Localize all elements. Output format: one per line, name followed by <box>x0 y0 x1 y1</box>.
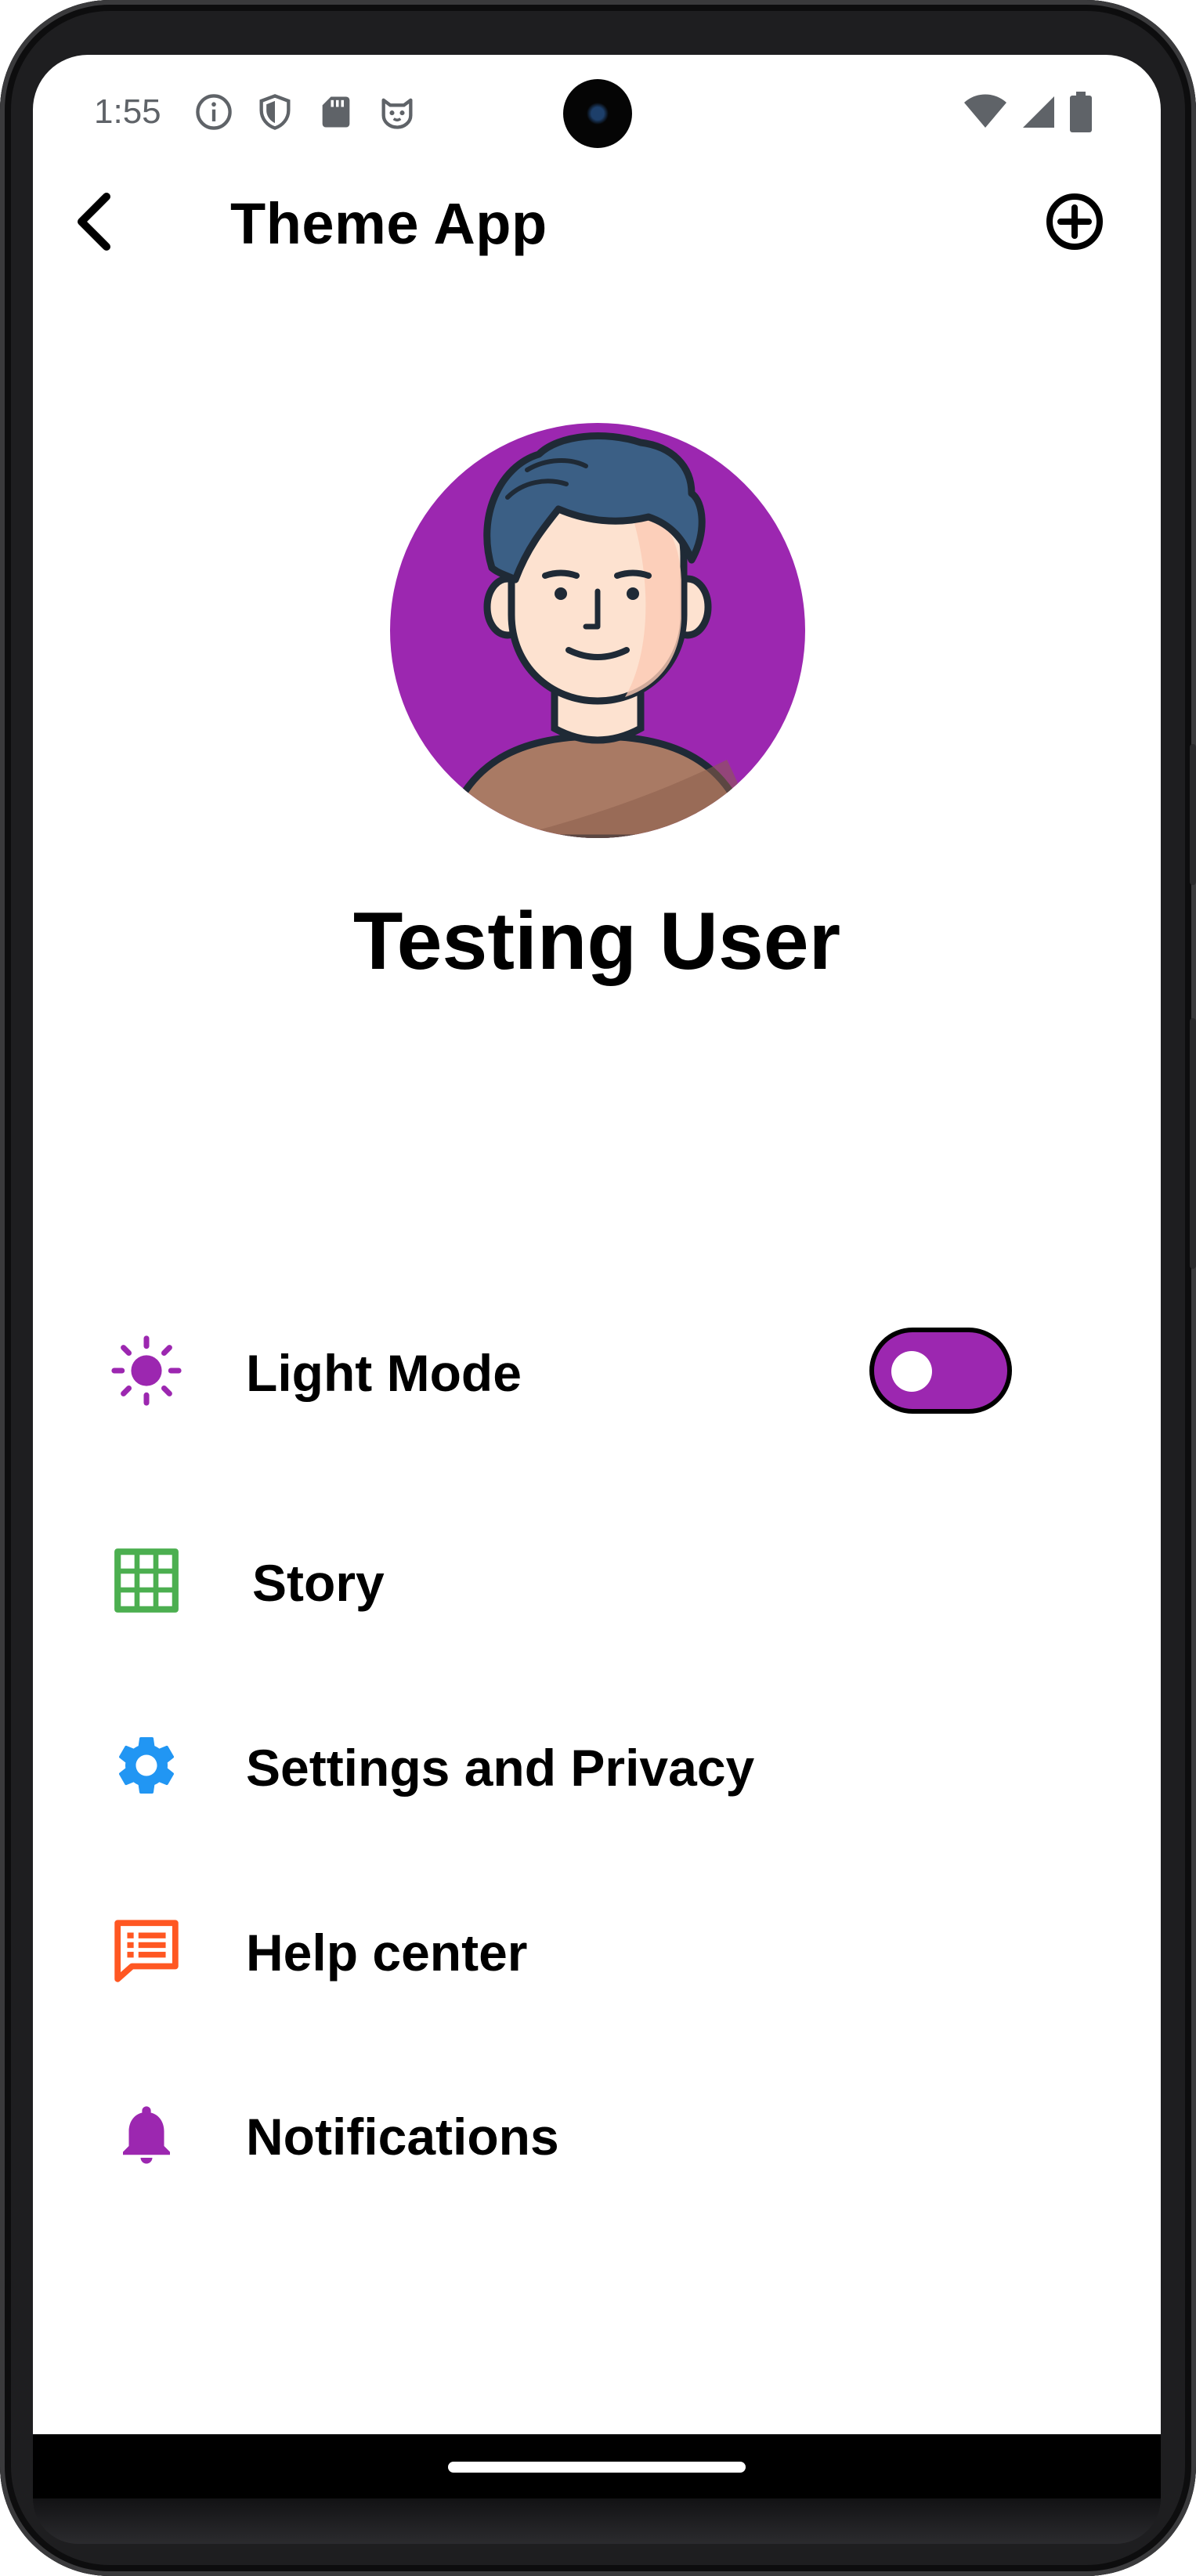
menu-item-notifications[interactable]: Notifications <box>33 2079 1161 2189</box>
back-button[interactable] <box>56 184 135 262</box>
cell-signal-icon <box>1021 93 1056 131</box>
grid-icon <box>111 1545 182 1616</box>
status-time: 1:55 <box>94 92 161 131</box>
volume-button <box>1190 744 1196 885</box>
gear-icon <box>111 1730 182 1801</box>
menu-item-settings[interactable]: Settings and Privacy <box>33 1711 1161 1820</box>
wifi-icon <box>963 93 1007 131</box>
menu-item-label: Notifications <box>246 2108 559 2166</box>
power-button <box>1190 1018 1196 1269</box>
chat-list-icon <box>111 1915 182 1985</box>
menu-item-label: Light Mode <box>246 1344 522 1402</box>
menu-item-label: Settings and Privacy <box>246 1739 755 1797</box>
chevron-left-icon <box>72 192 119 255</box>
sd-card-icon <box>316 92 356 132</box>
battery-icon <box>1070 92 1092 132</box>
light-mode-toggle[interactable] <box>869 1328 1012 1414</box>
device-chin <box>33 2498 1161 2544</box>
bell-icon <box>111 2099 182 2170</box>
page-title: Theme App <box>230 191 547 256</box>
status-right-icons <box>963 92 1092 132</box>
app-bar: Theme App <box>33 180 1161 305</box>
cat-face-icon <box>377 92 417 132</box>
shield-icon <box>255 92 295 132</box>
menu-item-light-mode[interactable]: Light Mode <box>33 1316 1161 1425</box>
add-button[interactable] <box>1035 184 1114 262</box>
status-bar: 1:55 <box>33 55 1161 172</box>
menu-item-label: Help center <box>246 1924 528 1982</box>
info-icon <box>193 92 234 132</box>
menu-item-label: Story <box>252 1554 385 1612</box>
sun-icon <box>111 1335 182 1406</box>
status-left-icons <box>193 92 417 132</box>
avatar <box>390 423 805 838</box>
menu-item-story[interactable]: Story <box>33 1526 1161 1635</box>
add-circle-icon <box>1045 192 1104 255</box>
front-camera <box>563 79 632 148</box>
toggle-knob <box>891 1351 932 1392</box>
menu-item-help[interactable]: Help center <box>33 1895 1161 2005</box>
screen: 1:55 Theme App Testing User Light Mode S… <box>33 55 1161 2498</box>
user-name: Testing User <box>352 896 841 987</box>
home-indicator[interactable] <box>448 2462 746 2473</box>
